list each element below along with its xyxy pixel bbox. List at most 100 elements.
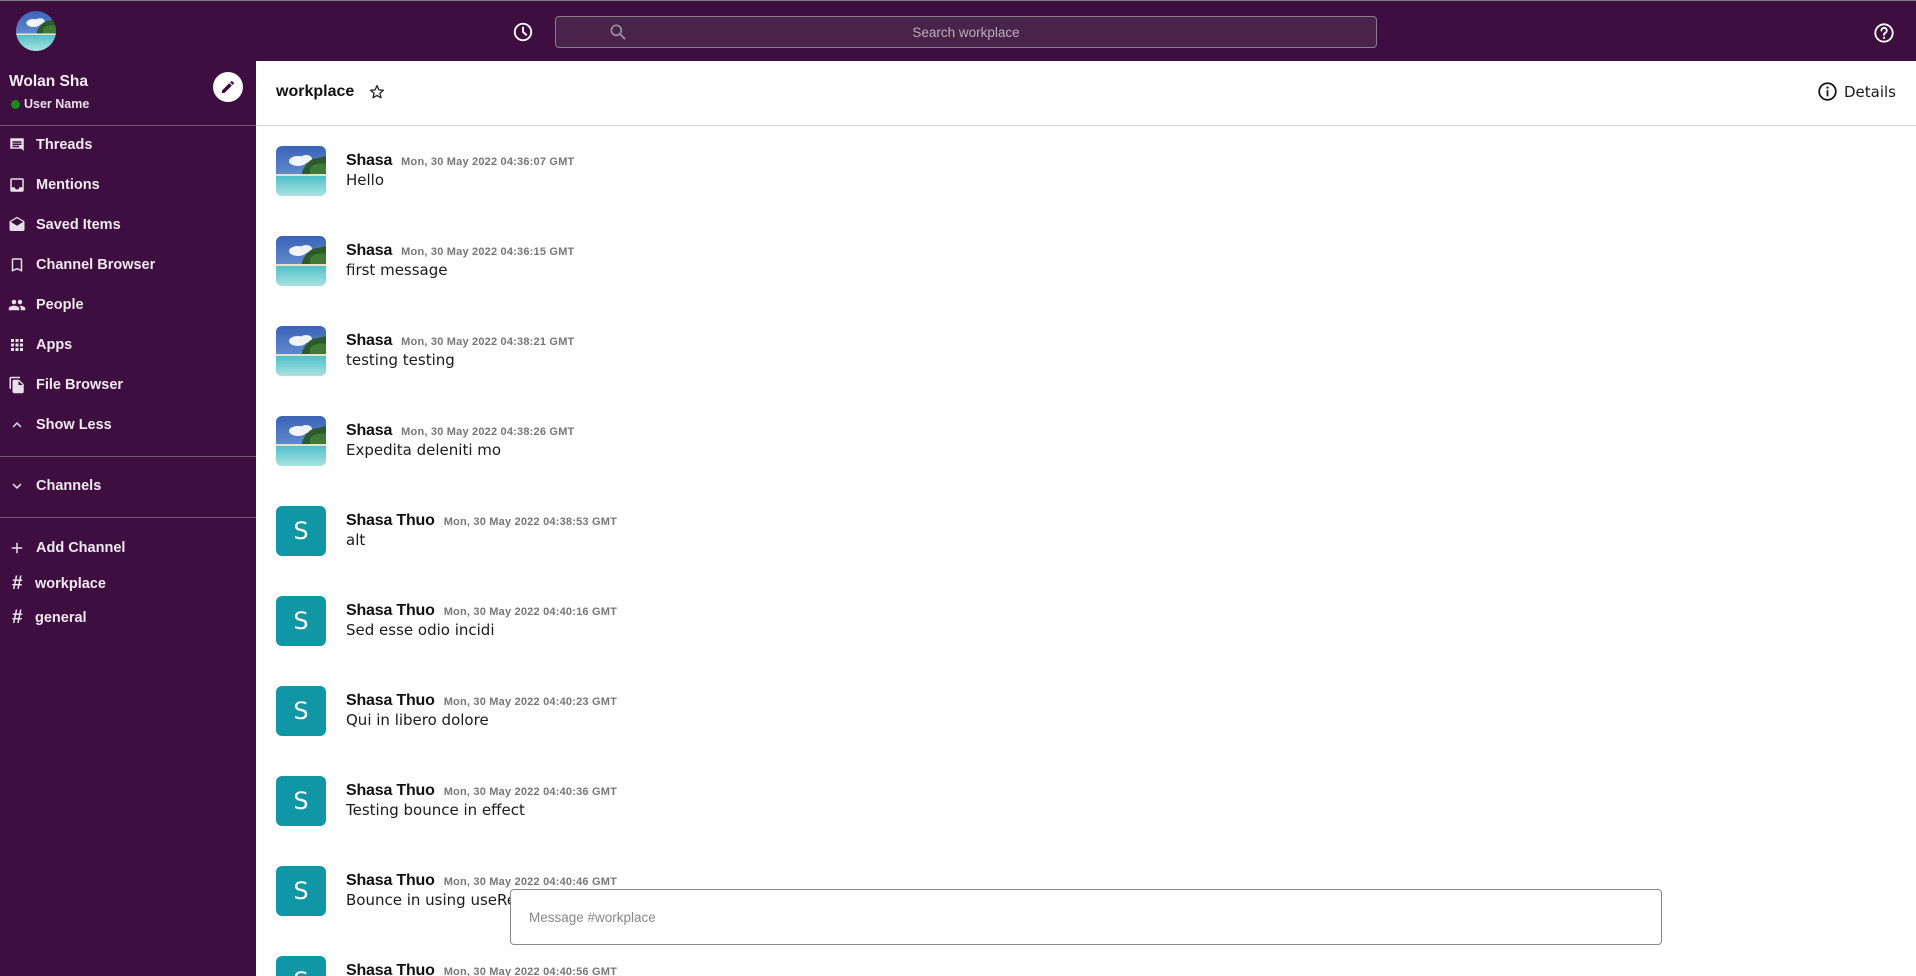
add-channel-label: Add Channel [36,540,126,556]
message-text: first message [346,261,448,279]
message-author[interactable]: Shasa Thuo [346,512,435,530]
star-icon[interactable] [368,83,386,101]
sidebar-item-mentions[interactable]: Mentions [0,169,256,201]
details-button[interactable]: Details [1817,81,1896,102]
channel-title: workplace [276,83,355,100]
message-composer [510,889,1662,945]
sidebar-item-label: Channel Browser [36,257,156,273]
message-text: Hello [346,171,385,189]
message-text: testing testing [346,351,455,369]
chevron-up-icon [7,415,27,435]
sidebar-item-label: Mentions [36,177,100,193]
hash-icon: # [12,573,23,594]
message-timestamp: Mon, 30 May 2022 04:40:16 GMT [443,606,618,618]
message-item: S Shasa Thuo Mon, 30 May 2022 04:40:23 GM… [276,686,1776,736]
message-avatar[interactable] [276,326,326,376]
message-author[interactable]: Shasa Thuo [346,872,435,890]
message-timestamp: Mon, 30 May 2022 04:36:15 GMT [401,246,575,258]
message-author[interactable]: Shasa Thuo [346,782,435,800]
message-timestamp: Mon, 30 May 2022 04:40:36 GMT [443,786,618,798]
message-author[interactable]: Shasa [346,242,392,260]
message-text: Qui in libero dolore [346,711,489,729]
hash-icon: # [12,607,23,628]
bookmark-icon [7,255,27,275]
message-item: Shasa Mon, 30 May 2022 04:36:07 GMT Hello [276,146,1776,196]
message-timestamp: Mon, 30 May 2022 04:38:53 GMT [443,516,618,528]
channel-name: workplace [35,576,106,592]
message-avatar[interactable]: S [276,956,326,976]
add-channel-button[interactable]: Add Channel [0,532,256,564]
message-author[interactable]: Shasa [346,422,392,440]
history-clock-icon[interactable] [512,21,534,43]
sidebar-item-people[interactable]: People [0,289,256,321]
file-copy-icon [7,375,27,395]
compose-button[interactable] [213,72,243,102]
help-icon[interactable] [1873,22,1895,44]
channel-name: general [35,610,87,626]
message-author[interactable]: Shasa [346,152,392,170]
sidebar-item-saved-items[interactable]: Saved Items [0,209,256,241]
apps-icon [7,335,27,355]
message-timestamp: Mon, 30 May 2022 04:38:21 GMT [401,336,575,348]
sidebar-item-label: People [36,297,84,313]
sidebar-divider [0,456,256,457]
sidebar-item-apps[interactable]: Apps [0,329,256,361]
online-status-dot [11,99,20,109]
message-timestamp: Mon, 30 May 2022 04:36:07 GMT [401,156,575,168]
message-avatar[interactable] [276,416,326,466]
message-item: S Shasa Thuo Mon, 30 May 2022 04:40:36 GM… [276,776,1776,826]
message-author[interactable]: Shasa Thuo [346,602,435,620]
workspace-avatar[interactable] [16,11,56,51]
message-author[interactable]: Shasa Thuo [346,962,435,976]
message-avatar[interactable] [276,236,326,286]
channel-item-workplace[interactable]: # workplace [0,568,256,600]
top-bar [0,0,1916,61]
sidebar-item-file-browser[interactable]: File Browser [0,369,256,401]
sidebar-item-label: Threads [36,137,93,153]
message-timestamp: Mon, 30 May 2022 04:40:23 GMT [443,696,618,708]
sidebar-item-label: Apps [36,337,73,353]
message-text: alt [346,531,366,549]
pencil-icon [222,80,235,93]
channels-toggle-label: Channels [36,478,102,494]
sidebar-item-show-less[interactable]: Show Less [0,409,256,441]
message-timestamp: Mon, 30 May 2022 04:38:26 GMT [401,426,575,438]
message-text: Expedita deleniti mo [346,441,502,459]
message-author[interactable]: Shasa Thuo [346,692,435,710]
details-label: Details [1844,82,1897,101]
message-avatar[interactable]: S [276,596,326,646]
channel-header: workplace Details [256,61,1916,126]
channel-item-general[interactable]: # general [0,602,256,634]
user-display-name: Wolan Sha [9,73,88,90]
search-bar[interactable] [555,16,1377,48]
info-icon [1818,82,1837,101]
message-avatar[interactable]: S [276,776,326,826]
plus-icon [7,538,27,558]
message-item: Shasa Mon, 30 May 2022 04:38:21 GMT testi… [276,326,1776,376]
channels-toggle[interactable]: Channels [0,470,256,502]
inbox-icon [7,175,27,195]
message-input[interactable] [511,890,1661,944]
message-avatar[interactable]: S [276,506,326,556]
message-item: Shasa Mon, 30 May 2022 04:36:15 GMT first… [276,236,1776,286]
message-avatar[interactable] [276,146,326,196]
user-status-label: User Name [24,97,90,111]
user-status: User Name [11,97,89,111]
message-avatar[interactable]: S [276,866,326,916]
sidebar-item-threads[interactable]: Threads [0,129,256,161]
message-list: Shasa Mon, 30 May 2022 04:36:07 GMT Hello… [256,126,1916,976]
message-item: S Shasa Thuo Mon, 30 May 2022 04:40:56 GM… [276,956,1776,976]
sidebar-item-label: Saved Items [36,217,121,233]
message-item: S Shasa Thuo Mon, 30 May 2022 04:38:53 GM… [276,506,1776,556]
message-avatar[interactable]: S [276,686,326,736]
chevron-down-icon [7,476,27,496]
message-author[interactable]: Shasa [346,332,392,350]
search-input[interactable] [556,17,1376,47]
sidebar-item-label: File Browser [36,377,124,393]
message-text: Bounce in using useRef [346,891,522,909]
sidebar-divider [0,517,256,518]
message-timestamp: Mon, 30 May 2022 04:40:46 GMT [443,876,618,888]
people-icon [7,295,27,315]
sidebar-item-channel-browser[interactable]: Channel Browser [0,249,256,281]
message-timestamp: Mon, 30 May 2022 04:40:56 GMT [443,966,618,976]
